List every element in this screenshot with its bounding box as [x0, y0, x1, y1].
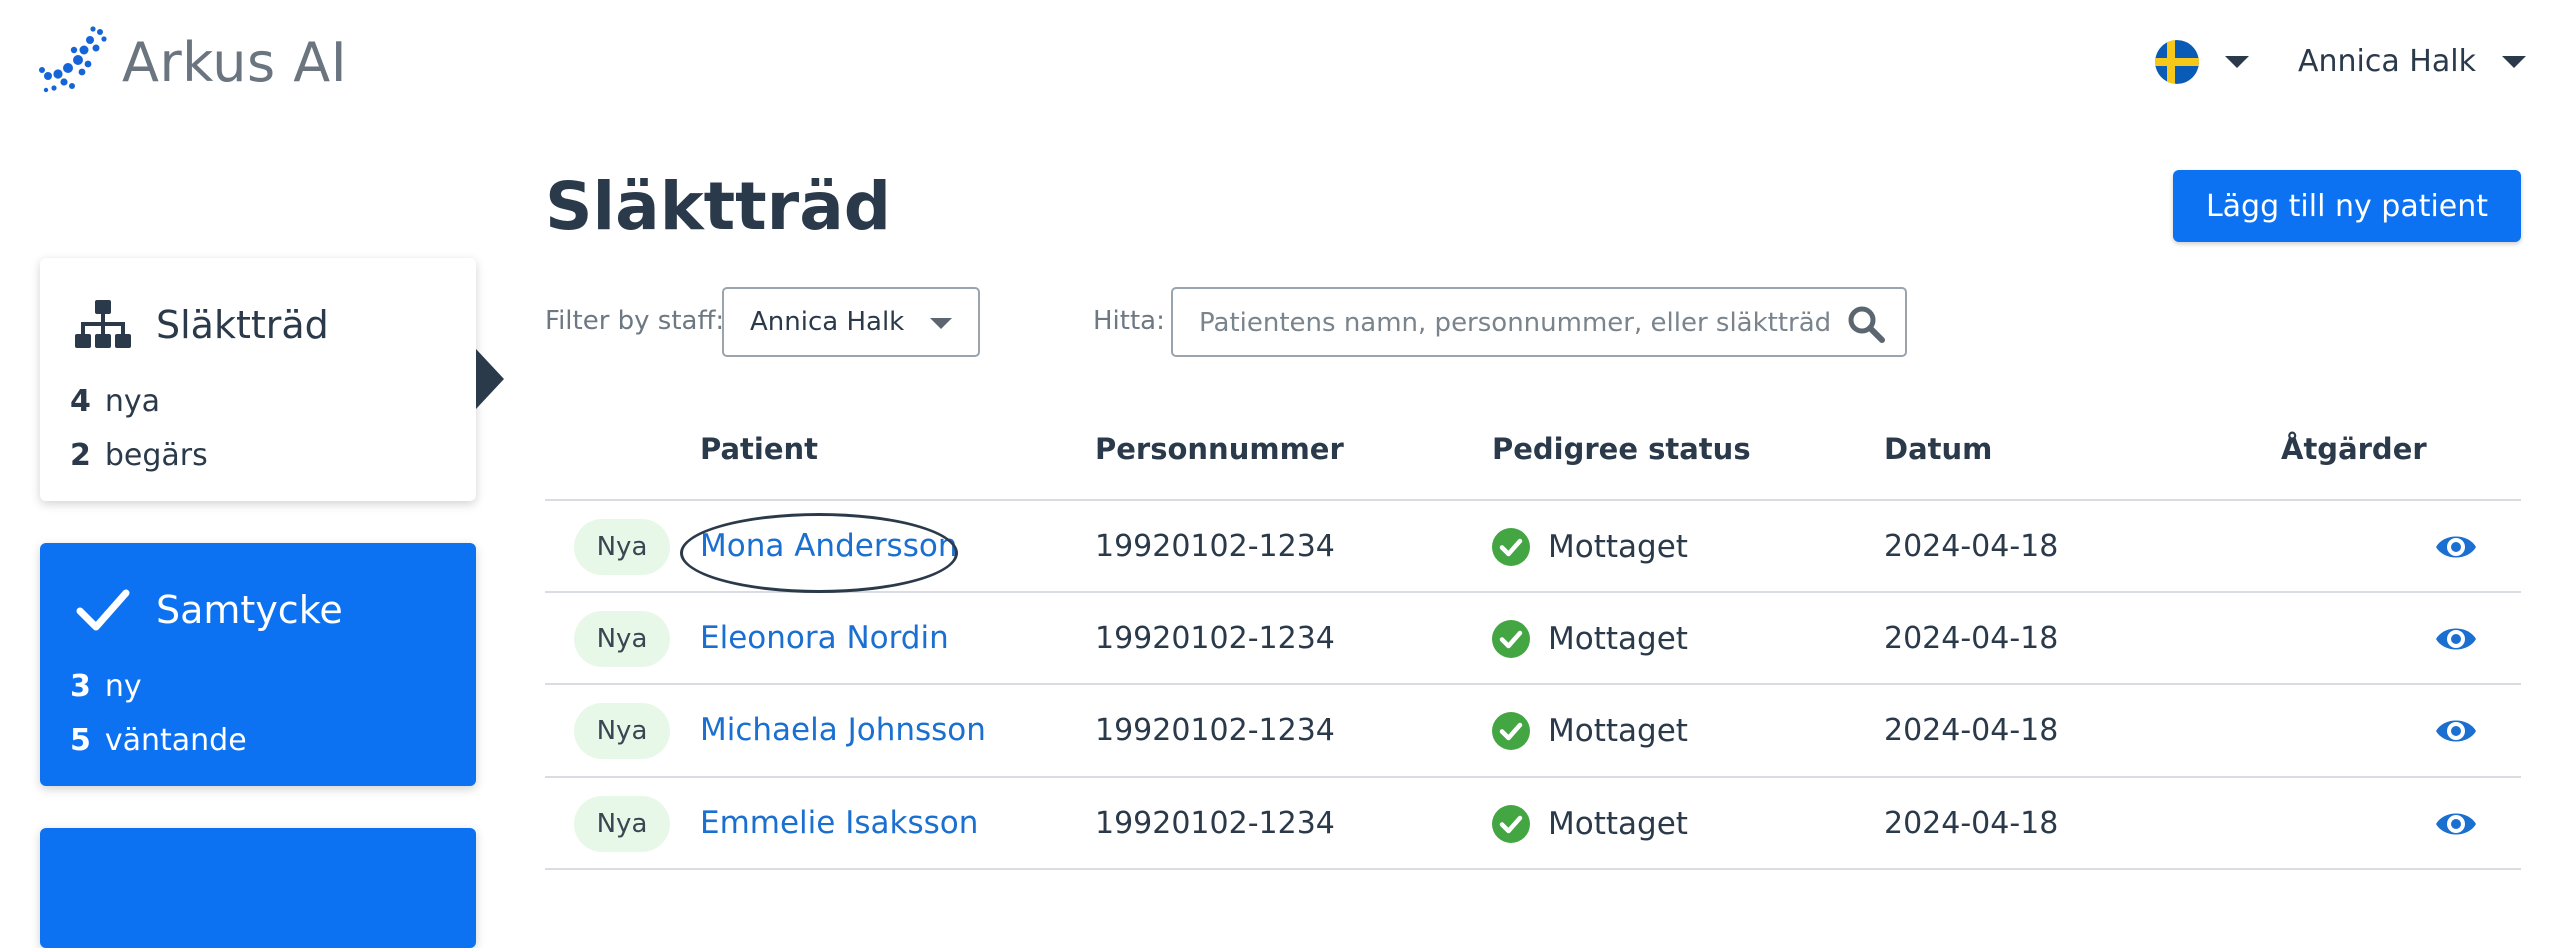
card-header: Släktträd [74, 300, 329, 350]
card-stat-new: 3 ny [70, 669, 142, 704]
chevron-down-icon [2225, 56, 2249, 68]
personnummer: 19920102-1234 [1095, 529, 1335, 564]
sidebar-card-pedigree[interactable]: Släktträd 4 nya 2 begärs [40, 258, 476, 501]
search-input[interactable] [1197, 289, 1841, 357]
date: 2024-04-18 [1884, 806, 2059, 841]
column-header-status[interactable]: Pedigree status [1492, 432, 1751, 466]
check-circle-icon [1492, 805, 1530, 843]
pedigree-status: Mottaget [1492, 528, 1688, 566]
card-stat-new: 4 nya [70, 384, 161, 419]
checkmark-icon [76, 589, 130, 631]
view-eye-icon[interactable] [2434, 529, 2478, 565]
card-stat-requested: 2 begärs [70, 438, 208, 473]
new-badge: Nya [574, 796, 670, 852]
personnummer: 19920102-1234 [1095, 621, 1335, 656]
date: 2024-04-18 [1884, 529, 2059, 564]
family-tree-icon [75, 300, 131, 348]
top-bar: Arkus AI Annica Halk [0, 0, 2560, 130]
new-badge: Nya [574, 519, 670, 575]
new-badge: Nya [574, 703, 670, 759]
card-title: Samtycke [156, 588, 343, 632]
filter-label: Filter by staff: [545, 306, 725, 336]
card-title: Släktträd [156, 303, 329, 347]
language-selector[interactable] [2155, 40, 2249, 84]
sidebar-card-partial[interactable] [40, 828, 476, 948]
user-name: Annica Halk [2298, 44, 2476, 79]
arkus-logo-icon [39, 26, 107, 93]
view-eye-icon[interactable] [2434, 621, 2478, 657]
pedigree-status: Mottaget [1492, 620, 1688, 658]
card-header: Samtycke [74, 585, 343, 635]
pedigree-status: Mottaget [1492, 805, 1688, 843]
card-stat-pending: 5 väntande [70, 723, 247, 758]
column-header-date[interactable]: Datum [1884, 432, 1992, 466]
new-badge: Nya [574, 611, 670, 667]
column-header-patient[interactable]: Patient [700, 432, 818, 466]
logo[interactable]: Arkus AI [38, 24, 347, 100]
staff-filter-value: Annica Halk [750, 307, 905, 337]
check-circle-icon [1492, 620, 1530, 658]
column-header-actions: Åtgärder [2281, 432, 2427, 466]
table-header-divider [545, 499, 2521, 501]
row-divider [545, 776, 2521, 778]
user-menu[interactable]: Annica Halk [2298, 44, 2526, 79]
chevron-down-icon [2501, 55, 2526, 68]
add-patient-button[interactable]: Lägg till ny patient [2173, 170, 2521, 242]
patient-name-link[interactable]: Eleonora Nordin [700, 620, 949, 656]
patient-name-link[interactable]: Emmelie Isaksson [700, 805, 978, 841]
check-circle-icon [1492, 528, 1530, 566]
sweden-flag-icon [2155, 40, 2199, 84]
column-header-personnummer[interactable]: Personnummer [1095, 432, 1344, 466]
view-eye-icon[interactable] [2434, 713, 2478, 749]
row-divider [545, 591, 2521, 593]
view-eye-icon[interactable] [2434, 806, 2478, 842]
personnummer: 19920102-1234 [1095, 806, 1335, 841]
search-icon[interactable] [1847, 305, 1885, 343]
personnummer: 19920102-1234 [1095, 713, 1335, 748]
page-title: Släktträd [545, 168, 892, 245]
date: 2024-04-18 [1884, 621, 2059, 656]
search-label: Hitta: [1093, 306, 1165, 336]
patient-name-link[interactable]: Mona Andersson [700, 528, 957, 564]
row-divider [545, 868, 2521, 870]
date: 2024-04-18 [1884, 713, 2059, 748]
sidebar-card-consent[interactable]: Samtycke 3 ny 5 väntande [40, 543, 476, 786]
active-card-pointer [476, 349, 504, 409]
row-divider [545, 683, 2521, 685]
chevron-down-icon [930, 318, 952, 329]
patient-name-link[interactable]: Michaela Johnsson [700, 712, 986, 748]
search-box [1171, 287, 1907, 357]
pedigree-status: Mottaget [1492, 712, 1688, 750]
logo-text: Arkus AI [122, 30, 348, 94]
staff-filter-select[interactable]: Annica Halk [722, 287, 980, 357]
check-circle-icon [1492, 712, 1530, 750]
